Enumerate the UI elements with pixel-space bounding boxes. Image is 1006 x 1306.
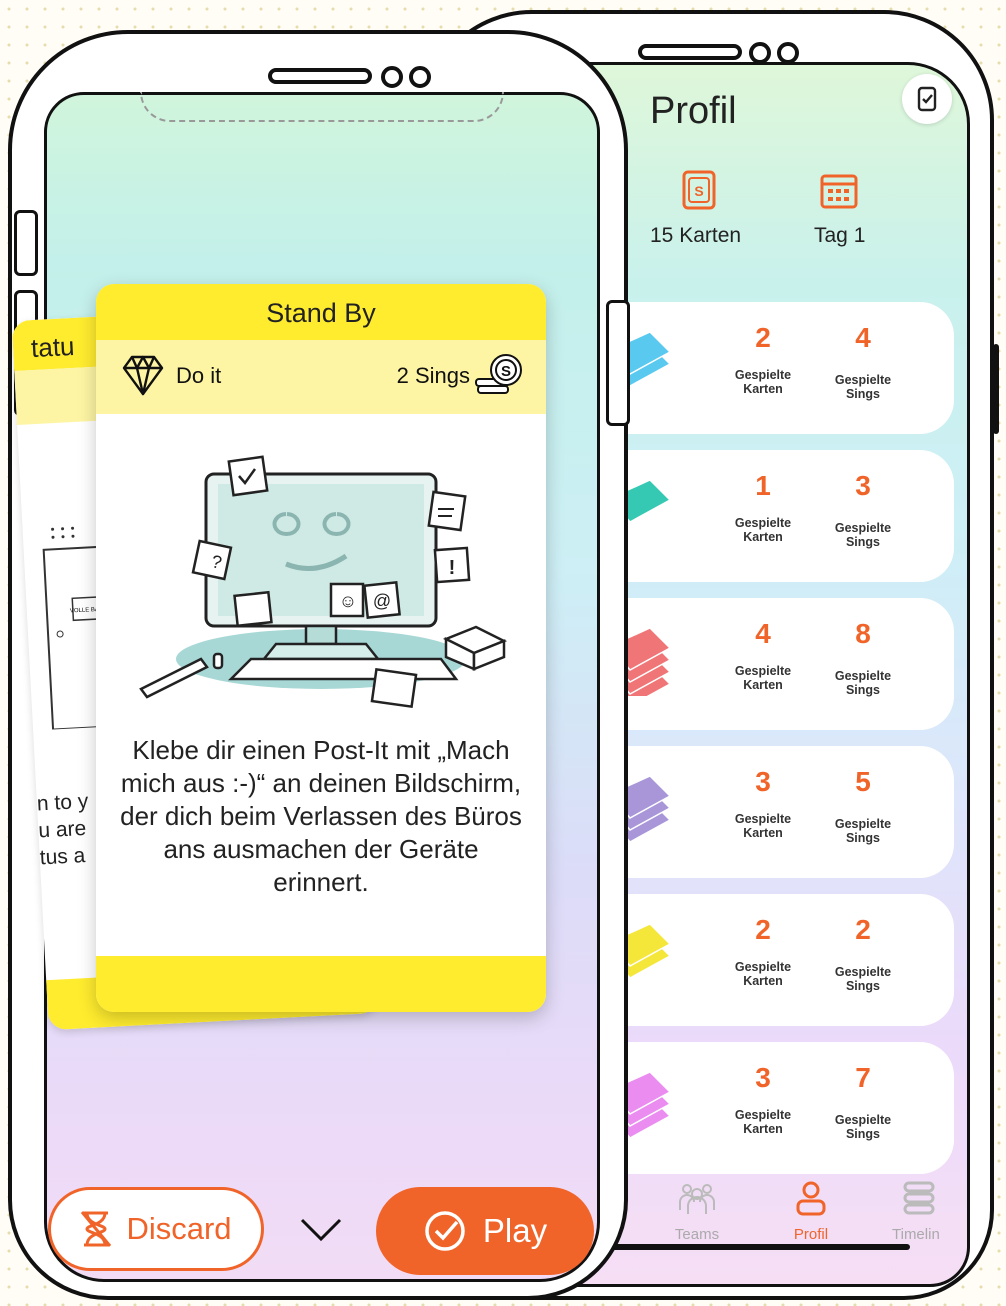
card-footer (96, 956, 546, 1012)
card-type: Do it (176, 363, 222, 388)
nav-item-teams[interactable]: Teams (652, 1180, 742, 1243)
played-sings-count: 7 (855, 1062, 871, 1093)
played-sings-count: 3 (855, 470, 871, 501)
played-cards-label: Karten (743, 678, 783, 692)
card-subheader: Do it 2 Sings S (96, 340, 546, 414)
svg-text:!: ! (449, 557, 456, 579)
played-cards-label: Gespielte (734, 368, 792, 382)
computer-illustration: ? ☺ @ ! (139, 455, 508, 709)
played-sings-label: Sings (845, 535, 881, 549)
chevron-down-icon[interactable] (298, 1214, 344, 1244)
phone-check-button[interactable] (902, 74, 952, 124)
played-sings-label: Gespielte (834, 817, 892, 831)
played-sings-label: Sings (845, 1127, 881, 1141)
played-cards-label: Gespielte (734, 812, 792, 826)
card-sings: 2 Sings (396, 363, 470, 388)
side-button (993, 344, 999, 434)
played-cards-count: 3 (755, 1062, 771, 1093)
played-sings-label: Sings (845, 979, 881, 993)
speaker-icon (268, 66, 431, 88)
card-title: Stand By (96, 284, 546, 340)
played-sings-label: Sings (845, 831, 881, 845)
played-cards-label: Gespielte (734, 664, 792, 678)
played-sings-label: Sings (845, 683, 881, 697)
played-cards-label: Gespielte (734, 516, 792, 530)
background-card-line: tus a (39, 844, 86, 870)
played-sings-count: 2 (855, 914, 871, 945)
played-cards-count: 3 (755, 766, 771, 797)
played-sings-label: Sings (845, 387, 881, 401)
svg-text:S: S (694, 183, 703, 199)
side-button (606, 300, 630, 426)
played-sings-count: 5 (855, 766, 871, 797)
nav-label-teams: Teams (674, 1226, 720, 1243)
home-indicator (600, 1244, 910, 1250)
play-button[interactable]: Play (376, 1187, 594, 1275)
played-sings-count: 8 (855, 618, 871, 649)
nav-label-timeline: Timelin (892, 1226, 940, 1243)
played-cards-label: Gespielte (734, 960, 792, 974)
played-cards-label: Karten (743, 974, 783, 988)
cards-stat-label: 15 Karten (650, 224, 742, 247)
played-sings-label: Gespielte (834, 1113, 892, 1127)
played-cards-label: Karten (743, 530, 783, 544)
svg-text:S: S (501, 363, 511, 380)
svg-text:@: @ (373, 591, 391, 611)
played-cards-count: 1 (755, 470, 771, 501)
cards-stat-icon: S (682, 170, 716, 210)
played-cards-count: 2 (755, 914, 771, 945)
timeline-icon (903, 1181, 935, 1215)
played-cards-count: 4 (755, 618, 771, 649)
teams-icon (679, 1184, 715, 1214)
calendar-icon (820, 174, 858, 209)
notch (140, 92, 504, 122)
phone-check-icon (917, 86, 937, 112)
background-card-line: n to y (36, 789, 89, 816)
check-circle-icon (425, 1211, 465, 1251)
played-sings-label: Gespielte (834, 669, 892, 683)
discard-label: Discard (126, 1211, 232, 1246)
svg-text:☺: ☺ (339, 591, 357, 611)
play-label: Play (482, 1212, 548, 1249)
played-cards-label: Karten (743, 382, 783, 396)
diamond-icon (122, 355, 164, 396)
coins-icon: S (475, 354, 522, 394)
played-cards-label: Gespielte (734, 1108, 792, 1122)
played-cards-label: Karten (743, 1122, 783, 1136)
nav-label-profil: Profil (793, 1226, 829, 1243)
discard-button[interactable]: Discard (48, 1187, 264, 1271)
hourglass-cross-icon (81, 1211, 112, 1247)
nav-item-profil[interactable]: Profil (766, 1180, 856, 1243)
action-card[interactable]: Stand By Do it 2 Sings S ? ☺ @ ! Klebe d… (96, 284, 546, 1012)
played-sings-label: Gespielte (834, 521, 892, 535)
side-button (14, 210, 38, 276)
card-description: Klebe dir einen Post-It mit „Mach mich a… (120, 735, 522, 897)
played-cards-count: 2 (755, 322, 771, 353)
played-cards-label: Karten (743, 826, 783, 840)
played-sings-label: Gespielte (834, 373, 892, 387)
profile-icon (796, 1181, 826, 1216)
nav-item-timeline[interactable]: Timelin (878, 1180, 948, 1243)
page-title: Profil (650, 90, 737, 132)
background-card-line: u are (37, 816, 87, 843)
played-sings-count: 4 (855, 322, 871, 353)
day-stat-label: Tag 1 (814, 224, 866, 247)
played-sings-label: Gespielte (834, 965, 892, 979)
